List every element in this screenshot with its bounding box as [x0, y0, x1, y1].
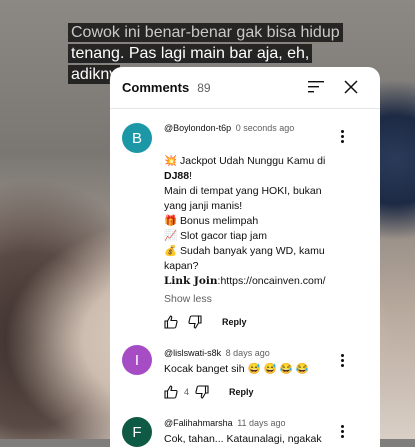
avatar[interactable]: F [122, 417, 152, 447]
comment-text: 💥 Jackpot Udah Nunggu Kamu di DJ88! Main… [164, 139, 334, 274]
avatar[interactable]: I [122, 345, 152, 375]
comment-actions: 4 Reply [164, 384, 254, 400]
avatar-letter: B [131, 129, 142, 147]
comment-actions: Reply [164, 314, 247, 330]
link-url[interactable]: :https://oncainven.com/ [218, 275, 326, 287]
dislike-icon[interactable] [188, 315, 202, 329]
like-icon[interactable] [164, 385, 178, 399]
comment-text: Kocak banget sih 😅 😅 😂 😂 [164, 363, 309, 375]
show-less-button[interactable]: Show less [164, 293, 212, 305]
more-options-icon[interactable] [338, 354, 346, 370]
comment-meta: @Falihahmarsha 11 days ago [164, 418, 286, 428]
comment-author[interactable]: @lislswati-s8k [164, 348, 221, 358]
comment-author[interactable]: @Falihahmarsha [164, 418, 233, 428]
comment-link: Link Join:https://oncainven.com/ [164, 274, 354, 289]
comment-text: Cok, tahan... Kataunalagi, ngakak [164, 433, 322, 445]
comment-meta: @Boylondon-t6p 0 seconds ago [164, 123, 294, 133]
avatar[interactable]: B [122, 123, 152, 153]
comment-text-line1: 💥 Jackpot Udah Nunggu Kamu di [164, 155, 326, 167]
reply-button[interactable]: Reply [229, 387, 254, 397]
comment-text-brand: DJ88 [164, 170, 190, 182]
more-options-icon[interactable] [338, 130, 346, 146]
comment-time[interactable]: 0 seconds ago [236, 123, 295, 133]
comments-title: Comments [122, 80, 190, 95]
sort-icon[interactable] [308, 80, 324, 94]
comment-text-rest: Main di tempat yang HOKI, bukan yang jan… [164, 185, 325, 272]
avatar-letter: I [134, 351, 140, 369]
caption-line-2: tenang. Pas lagi main bar aja, eh, [68, 44, 313, 63]
comments-panel: Comments 89 B @Boylondon-t6p 0 seconds a… [110, 67, 380, 447]
dislike-icon[interactable] [195, 385, 209, 399]
like-icon[interactable] [164, 315, 178, 329]
avatar-letter: F [132, 423, 142, 441]
comment-time[interactable]: 8 days ago [226, 348, 270, 358]
like-count: 4 [184, 387, 190, 397]
reply-button[interactable]: Reply [222, 317, 247, 327]
caption-line-1: Cowok ini benar-benar gak bisa hidup [68, 23, 343, 42]
comment-time[interactable]: 11 days ago [237, 418, 285, 428]
comments-header: Comments 89 [110, 67, 380, 109]
comment-text-punct: ! [189, 170, 193, 182]
close-icon[interactable] [343, 79, 359, 95]
comments-count: 89 [197, 80, 211, 95]
link-label: Link Join [164, 275, 218, 287]
comment-author[interactable]: @Boylondon-t6p [164, 123, 231, 133]
comment-meta: @lislswati-s8k 8 days ago [164, 348, 270, 358]
